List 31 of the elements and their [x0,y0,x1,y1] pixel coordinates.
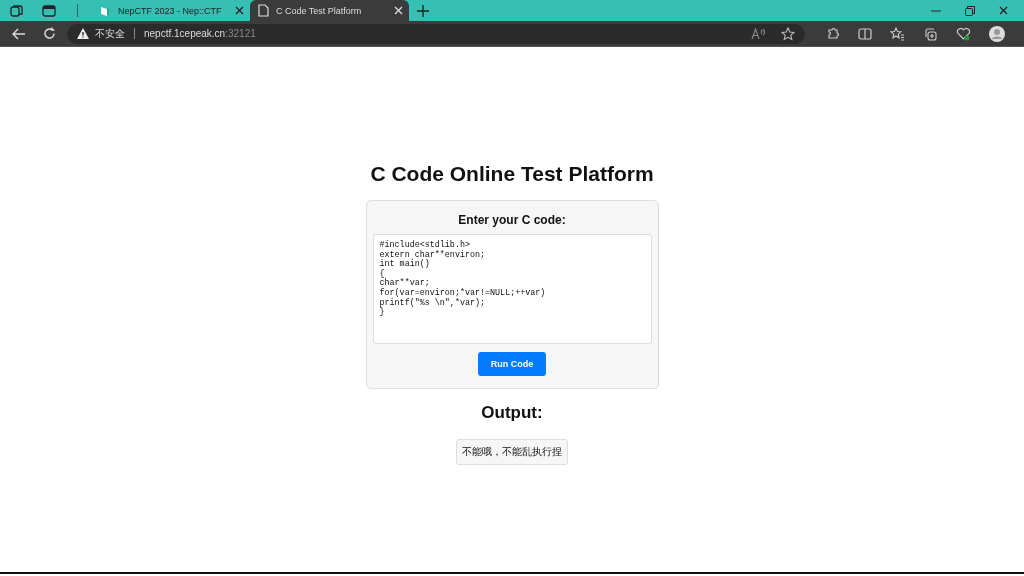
output-text: 不能哦，不能乱执行捏 [456,439,568,465]
address-field[interactable]: 不安全 nepctf.1cepeak.cn:32121 [67,23,805,44]
warning-icon[interactable] [77,28,89,39]
profile-avatar-icon[interactable] [989,25,1005,42]
security-label[interactable]: 不安全 [95,26,125,41]
new-tab-icon[interactable] [417,4,429,17]
close-icon[interactable] [235,6,244,15]
output-heading: Output: [481,403,543,423]
run-code-button[interactable]: Run Code [478,352,546,376]
workspaces-icon[interactable] [10,3,24,18]
favorites-icon[interactable] [890,26,905,41]
star-icon[interactable] [781,26,795,41]
page-icon [258,4,269,17]
back-icon[interactable] [12,27,26,40]
restore-icon[interactable] [965,5,975,16]
close-icon[interactable] [999,6,1008,15]
refresh-icon[interactable] [43,27,56,40]
url-port: :32121 [225,28,256,39]
url-host: nepctf.1cepeak.cn [144,28,226,39]
page-title: C Code Online Test Platform [370,162,654,186]
read-aloud-icon[interactable] [751,27,765,40]
health-icon[interactable] [956,26,971,41]
browser-tab[interactable]: NepCTF 2023 - Nep::CTF [91,0,250,21]
site-logo-icon [99,4,111,17]
extensions-icon[interactable] [826,26,840,41]
split-screen-icon[interactable] [858,27,872,40]
code-label: Enter your C code: [458,213,566,227]
tab-actions-icon[interactable] [42,4,56,17]
code-field[interactable]: #include<stdlib.h> extern char**environ; int main() { char**var; for(var=environ;*var!=NULL;++var) printf("%s \n",*var); } [372,234,652,344]
collections-icon[interactable] [923,26,938,41]
browser-tab[interactable]: C Code Test Platform [250,0,409,21]
